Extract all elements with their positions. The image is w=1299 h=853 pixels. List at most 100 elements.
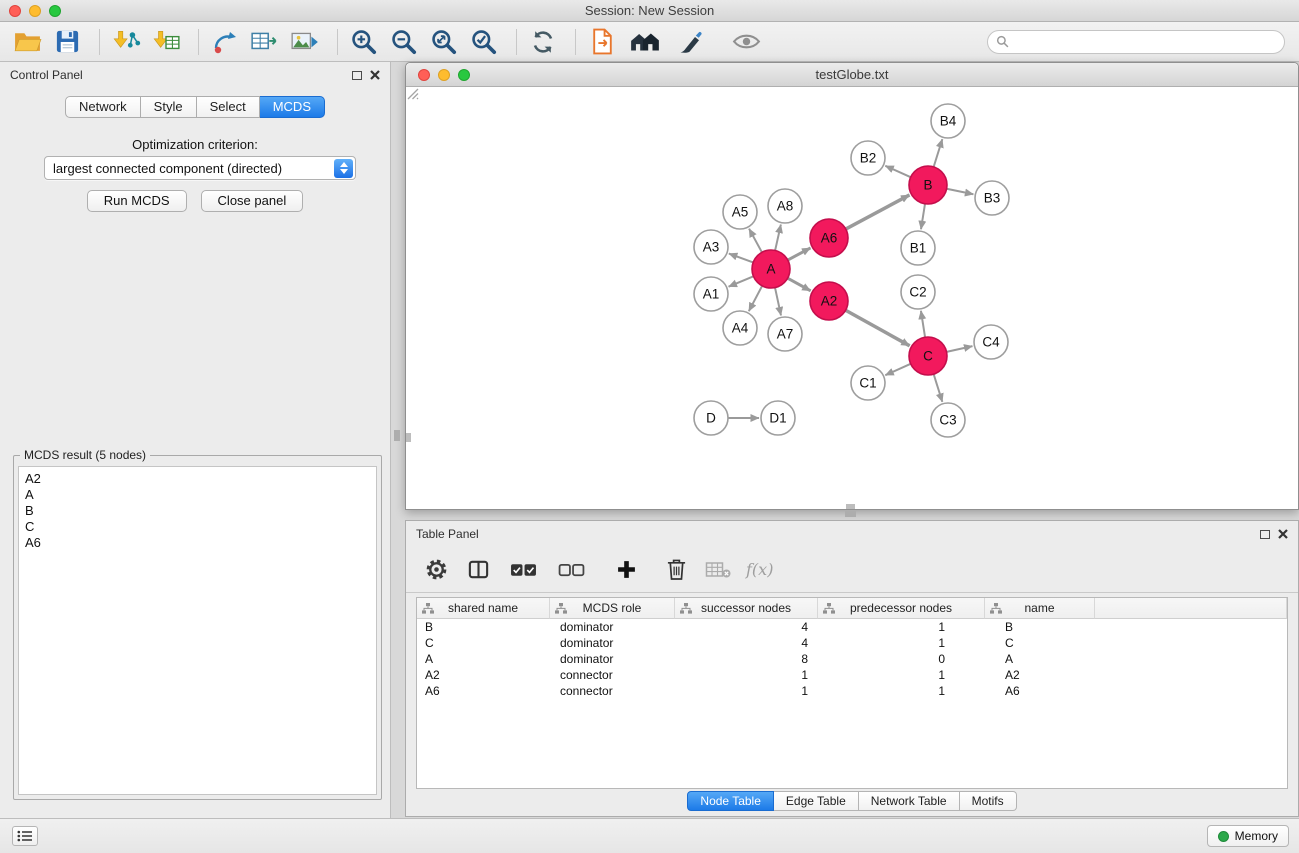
network-overview-button[interactable] (625, 26, 665, 58)
toggle-columns-button[interactable] (464, 556, 492, 584)
file-import-button[interactable] (585, 26, 619, 58)
graph-node-A1[interactable]: A1 (694, 277, 728, 311)
graph-edge-B-B1[interactable] (921, 204, 925, 229)
table-cell[interactable]: 4 (675, 619, 818, 635)
table-cell[interactable]: 1 (675, 667, 818, 683)
table-cell[interactable]: connector (550, 683, 675, 699)
memory-button[interactable]: Memory (1207, 825, 1289, 847)
graph-edge-C-C1[interactable] (885, 364, 910, 375)
graph-edge-C-C4[interactable] (947, 346, 973, 352)
graph-node-D[interactable]: D (694, 401, 728, 435)
new-network-button[interactable] (208, 26, 242, 58)
tab-network-table[interactable]: Network Table (859, 791, 960, 811)
graph-node-A6[interactable]: A6 (810, 219, 848, 257)
zoom-in-button[interactable] (347, 26, 381, 58)
mcds-result-list[interactable]: A2ABCA6 (18, 466, 377, 795)
refresh-layout-button[interactable] (526, 26, 560, 58)
net-minimize-button[interactable] (438, 69, 450, 81)
unselect-all-button[interactable] (554, 556, 588, 584)
table-cell[interactable]: A (417, 651, 550, 667)
tab-style[interactable]: Style (141, 96, 197, 118)
panel-divider-handle[interactable] (394, 430, 400, 441)
graph-edge-A-A4[interactable] (749, 286, 762, 311)
graph-edge-C-C2[interactable] (921, 311, 925, 337)
table-row[interactable]: A6connector11A6 (417, 683, 1287, 699)
graph-node-B[interactable]: B (909, 166, 947, 204)
mcds-result-item[interactable]: C (19, 519, 376, 535)
close-panel-icon[interactable] (1278, 529, 1288, 539)
tab-select[interactable]: Select (197, 96, 260, 118)
show-hide-panel-button[interactable] (729, 26, 763, 58)
net-close-button[interactable] (418, 69, 430, 81)
table-cell[interactable]: A6 (985, 683, 1095, 699)
graph-node-A2[interactable]: A2 (810, 282, 848, 320)
graph-node-C1[interactable]: C1 (851, 366, 885, 400)
table-settings-button[interactable] (422, 556, 450, 584)
tab-mcds[interactable]: MCDS (260, 96, 325, 118)
import-network-button[interactable] (109, 26, 143, 58)
run-mcds-button[interactable]: Run MCDS (87, 190, 187, 212)
table-cell[interactable]: A2 (417, 667, 550, 683)
table-cell[interactable]: 0 (818, 651, 985, 667)
network-window-titlebar[interactable]: testGlobe.txt (406, 63, 1298, 87)
add-row-button[interactable] (612, 556, 640, 584)
import-table-button[interactable] (149, 26, 183, 58)
open-session-button[interactable] (10, 26, 44, 58)
table-cell[interactable]: C (985, 635, 1095, 651)
column-header[interactable]: name (985, 598, 1095, 619)
graph-edge-B-B4[interactable] (934, 139, 943, 167)
tab-motifs[interactable]: Motifs (960, 791, 1017, 811)
graph-node-A4[interactable]: A4 (723, 311, 757, 345)
graph-edge-C-C3[interactable] (934, 374, 943, 402)
graph-node-C3[interactable]: C3 (931, 403, 965, 437)
mcds-result-item[interactable]: A2 (19, 471, 376, 487)
column-header[interactable]: MCDS role (550, 598, 675, 619)
table-cell[interactable]: 1 (818, 635, 985, 651)
table-cell[interactable]: A2 (985, 667, 1095, 683)
table-cell[interactable]: connector (550, 667, 675, 683)
mcds-result-item[interactable]: B (19, 503, 376, 519)
zoom-window-button[interactable] (49, 5, 61, 17)
criterion-dropdown[interactable]: largest connected component (directed) (44, 156, 356, 180)
resize-grip-icon[interactable] (406, 87, 419, 100)
float-panel-icon[interactable] (1260, 530, 1270, 539)
tab-edge-table[interactable]: Edge Table (774, 791, 859, 811)
tab-network[interactable]: Network (65, 96, 141, 118)
zoom-fit-button[interactable] (427, 26, 461, 58)
graph-node-A5[interactable]: A5 (723, 195, 757, 229)
panel-divider-handle[interactable] (845, 511, 856, 517)
search-input[interactable] (1014, 35, 1276, 49)
graph-node-C2[interactable]: C2 (901, 275, 935, 309)
graph-node-D1[interactable]: D1 (761, 401, 795, 435)
table-cell[interactable]: dominator (550, 635, 675, 651)
function-builder-button[interactable]: f(x) (746, 560, 773, 579)
delete-row-button[interactable] (662, 556, 690, 584)
table-cell[interactable]: A6 (417, 683, 550, 699)
graph-edge-A-A3[interactable] (729, 254, 753, 263)
table-cell[interactable]: 1 (818, 619, 985, 635)
graph-edge-A-A5[interactable] (749, 229, 762, 253)
export-table-button[interactable] (248, 26, 282, 58)
zoom-out-button[interactable] (387, 26, 421, 58)
delete-table-button[interactable] (704, 556, 732, 584)
column-header[interactable]: predecessor nodes (818, 598, 985, 619)
style-brush-button[interactable] (671, 26, 711, 58)
graph-edge-A-A6[interactable] (788, 248, 811, 260)
graph-node-A3[interactable]: A3 (694, 230, 728, 264)
graph-edge-A-A2[interactable] (788, 278, 811, 291)
close-panel-button[interactable]: Close panel (201, 190, 304, 212)
graph-node-C[interactable]: C (909, 337, 947, 375)
net-zoom-button[interactable] (458, 69, 470, 81)
tab-node-table[interactable]: Node Table (687, 791, 774, 811)
graph-edge-A-A1[interactable] (729, 276, 754, 286)
network-graph[interactable]: AA1A2A3A4A5A6A7A8BB1B2B3B4CC1C2C3C4DD1 (406, 87, 1298, 509)
column-header[interactable]: successor nodes (675, 598, 818, 619)
table-cell[interactable]: B (985, 619, 1095, 635)
table-cell[interactable]: 1 (675, 683, 818, 699)
close-window-button[interactable] (9, 5, 21, 17)
graph-node-B3[interactable]: B3 (975, 181, 1009, 215)
select-all-button[interactable] (506, 556, 540, 584)
table-cell[interactable]: dominator (550, 619, 675, 635)
table-cell[interactable]: 1 (818, 667, 985, 683)
close-panel-icon[interactable] (370, 70, 380, 80)
